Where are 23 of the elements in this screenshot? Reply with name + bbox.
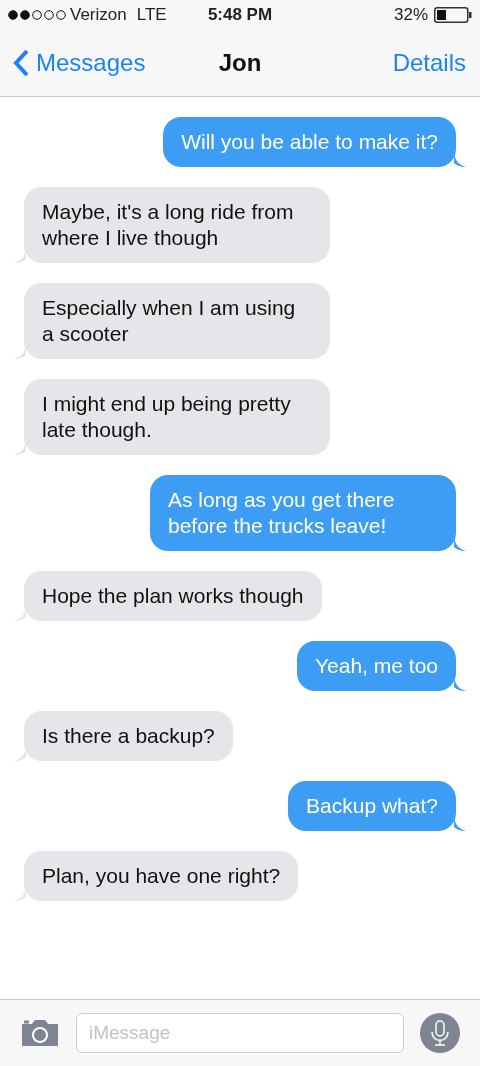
message-field[interactable]: iMessage — [76, 1013, 404, 1053]
message-bubble: As long as you get there before the trucks leave! — [150, 475, 456, 551]
network-type: LTE — [136, 4, 167, 27]
message-bubble: Especially when I am using a scooter — [24, 283, 330, 359]
camera-icon[interactable] — [20, 1018, 60, 1048]
message-bubble: Plan, you have one right? — [24, 851, 299, 901]
message-bubble: Hope the plan works though — [24, 571, 322, 621]
carrier: Verizon — [70, 4, 127, 27]
chevron-left-icon — [12, 48, 30, 78]
back-button[interactable]: Messages — [12, 45, 146, 81]
battery-percent: 32% — [393, 4, 428, 27]
message-bubble: Yeah, me too — [297, 641, 456, 691]
clock: 5:48 PM — [207, 4, 273, 27]
signal-icon — [8, 10, 66, 20]
message-bubble: Maybe, it's a long ride from where I live though — [24, 187, 330, 263]
message-bubble: Is there a backup? — [24, 711, 233, 761]
microphone-icon[interactable] — [420, 1013, 460, 1053]
message-bubble: Backup what? — [288, 781, 456, 831]
message-bubble: Will you be able to make it? — [163, 117, 456, 167]
message-bubble: I might end up being pretty late though. — [24, 379, 330, 455]
details-button[interactable]: Details — [392, 45, 468, 81]
conversation-title: Jon — [218, 48, 262, 78]
battery-icon — [434, 7, 472, 23]
